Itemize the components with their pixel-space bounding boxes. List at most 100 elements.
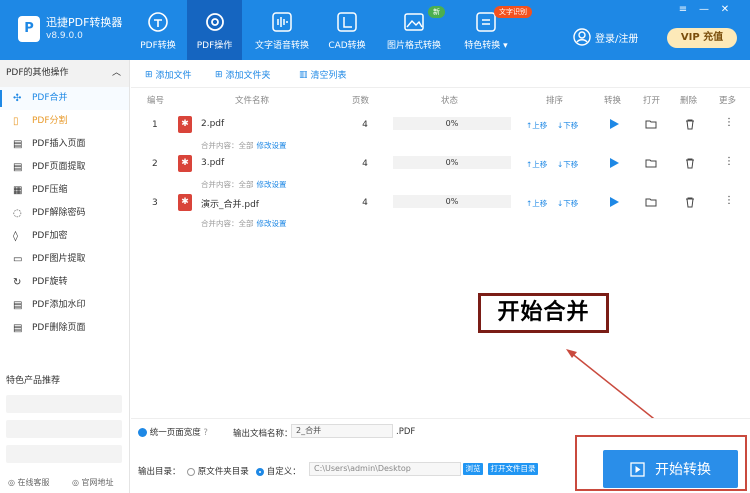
unify-width-label: 统一页面宽度: [149, 428, 201, 438]
move-down-button[interactable]: ↓下移: [557, 159, 578, 170]
tab-text-voice[interactable]: 文字语音转换: [252, 0, 312, 60]
sidebar-item-2[interactable]: ▤ PDF插入页面: [0, 133, 129, 156]
col-number: 编号: [147, 96, 165, 106]
tab-label: 特色转换 ▾: [464, 41, 508, 51]
move-up-button[interactable]: ↑上移: [526, 120, 547, 131]
more-icon[interactable]: ⋮: [724, 117, 734, 128]
more-icon[interactable]: ⋮: [724, 195, 734, 206]
add-folder-button[interactable]: ⊞ 添加文件夹: [215, 68, 271, 82]
output-path-input[interactable]: C:\Users\admin\Desktop: [309, 462, 461, 476]
merge-range-label: 合并内容：: [201, 219, 239, 228]
app-name: 迅捷PDF转换器: [46, 16, 123, 29]
sidebar-item-8[interactable]: ↻ PDF旋转: [0, 271, 129, 294]
sidebar-item-4[interactable]: ▦ PDF压缩: [0, 179, 129, 202]
custom-dir-radio[interactable]: 自定义：: [256, 465, 301, 477]
app-version: v8.9.0.0: [46, 31, 83, 41]
image-icon: [404, 13, 424, 31]
merge-range-value: 全部: [238, 219, 254, 228]
sidebar-item-5[interactable]: ◌ PDF解除密码: [0, 202, 129, 225]
trash-icon[interactable]: [684, 118, 696, 130]
sidebar-item-icon: ▭: [13, 254, 23, 265]
gear-doc-icon: [205, 13, 224, 31]
sidebar-item-icon: ▤: [13, 323, 23, 334]
chevron-up-icon: ︿: [111, 68, 121, 78]
add-file-button[interactable]: ⊞ 添加文件: [145, 68, 192, 82]
login-button[interactable]: 登录/注册: [573, 28, 638, 46]
play-icon: [630, 461, 645, 477]
play-icon[interactable]: [608, 157, 620, 169]
sidebar-item-label: PDF删除页面: [32, 323, 86, 333]
clear-list-button[interactable]: ▥ 清空列表: [299, 68, 347, 82]
move-down-button[interactable]: ↓下移: [557, 120, 578, 131]
official-site-link[interactable]: ◎ 官网地址: [72, 477, 114, 488]
sidebar-item-6[interactable]: ◊ PDF加密: [0, 225, 129, 248]
move-down-label: 下移: [563, 199, 579, 208]
sidebar-item-label: PDF插入页面: [32, 139, 86, 149]
sidebar-item-1[interactable]: ▯ PDF分割: [0, 110, 129, 133]
modify-settings-link[interactable]: 修改设置: [257, 141, 287, 150]
sidebar-item-icon: ▤: [13, 162, 23, 173]
play-icon[interactable]: [608, 118, 620, 130]
clear-list-label: 清空列表: [310, 71, 347, 81]
unify-width-checkbox[interactable]: 统一页面宽度 ?: [138, 426, 208, 438]
sidebar-item-10[interactable]: ▤ PDF删除页面: [0, 317, 129, 340]
page-count: 4: [362, 120, 368, 130]
start-convert-button[interactable]: 开始转换: [603, 450, 738, 488]
tab-cad-convert[interactable]: CAD转换: [325, 0, 369, 60]
radio-selected-icon: [256, 467, 264, 476]
sidebar-item-3[interactable]: ▤ PDF页面提取: [0, 156, 129, 179]
tab-pdf-convert[interactable]: PDF转换: [137, 0, 179, 60]
sidebar-item-9[interactable]: ▤ PDF添加水印: [0, 294, 129, 317]
row-number: 1: [152, 120, 158, 130]
progress-bar: 0%: [393, 195, 511, 208]
more-icon[interactable]: ⋮: [724, 156, 734, 167]
recommend-title: 特色产品推荐: [6, 376, 61, 386]
trash-icon: ▥: [299, 69, 308, 80]
online-support-link[interactable]: ◎ 在线客服: [8, 477, 50, 488]
browse-button[interactable]: 浏览: [463, 463, 483, 475]
refresh-doc-icon: [148, 12, 168, 32]
folder-icon[interactable]: [645, 157, 657, 169]
vip-recharge-button[interactable]: VIP 充值: [667, 28, 737, 48]
modify-settings-link[interactable]: 修改设置: [257, 219, 287, 228]
merge-range-label: 合并内容：: [201, 180, 239, 189]
folder-icon[interactable]: [645, 118, 657, 130]
annotation-arrow: [566, 349, 659, 423]
folder-icon[interactable]: [645, 196, 657, 208]
recommend-item[interactable]: [6, 420, 122, 438]
move-up-label: 上移: [532, 121, 548, 130]
sidebar-item-7[interactable]: ▭ PDF图片提取: [0, 248, 129, 271]
orig-dir-label: 原文件夹目录: [197, 467, 249, 477]
merge-range-info: 合并内容：全部 修改设置: [201, 140, 287, 151]
extension-label: .PDF: [396, 427, 416, 437]
tab-pdf-operations[interactable]: PDF操作: [187, 0, 242, 60]
merge-range-info: 合并内容：全部 修改设置: [201, 179, 287, 190]
table-row: 2 ✱ 3.pdf 合并内容：全部 修改设置 4 0% ↑上移 ↓下移 ⋮: [131, 152, 750, 191]
modify-settings-link[interactable]: 修改设置: [257, 180, 287, 189]
menu-icon[interactable]: ≡: [676, 4, 690, 16]
trash-icon[interactable]: [684, 196, 696, 208]
recommend-item[interactable]: [6, 445, 122, 463]
move-up-button[interactable]: ↑上移: [526, 198, 547, 209]
official-site-label: 官网地址: [81, 478, 114, 487]
move-up-label: 上移: [532, 160, 548, 169]
pdf-file-icon: ✱: [178, 194, 192, 211]
sidebar-item-icon: ◊: [13, 231, 18, 242]
trash-icon[interactable]: [684, 157, 696, 169]
recommend-item[interactable]: [6, 395, 122, 413]
move-down-button[interactable]: ↓下移: [557, 198, 578, 209]
open-folder-button[interactable]: 打开文件目录: [488, 463, 538, 475]
close-icon[interactable]: ✕: [718, 4, 732, 16]
sidebar-list: ✣ PDF合并 ▯ PDF分割 ▤ PDF插入页面 ▤ PDF页面提取 ▦ PDF压缩 ◌ PDF解除…: [0, 87, 129, 340]
play-icon[interactable]: [608, 196, 620, 208]
page-count: 4: [362, 198, 368, 208]
move-up-button[interactable]: ↑上移: [526, 159, 547, 170]
sidebar-header[interactable]: PDF的其他操作 ︿: [0, 60, 129, 87]
help-icon[interactable]: ?: [203, 428, 208, 438]
progress-bar: 0%: [393, 117, 511, 130]
sidebar-item-0[interactable]: ✣ PDF合并: [0, 87, 129, 110]
pdf-file-icon: ✱: [178, 155, 192, 172]
minimize-icon[interactable]: —: [697, 4, 711, 16]
output-name-input[interactable]: 2_合并: [291, 424, 393, 438]
orig-dir-radio[interactable]: 原文件夹目录: [187, 465, 249, 477]
